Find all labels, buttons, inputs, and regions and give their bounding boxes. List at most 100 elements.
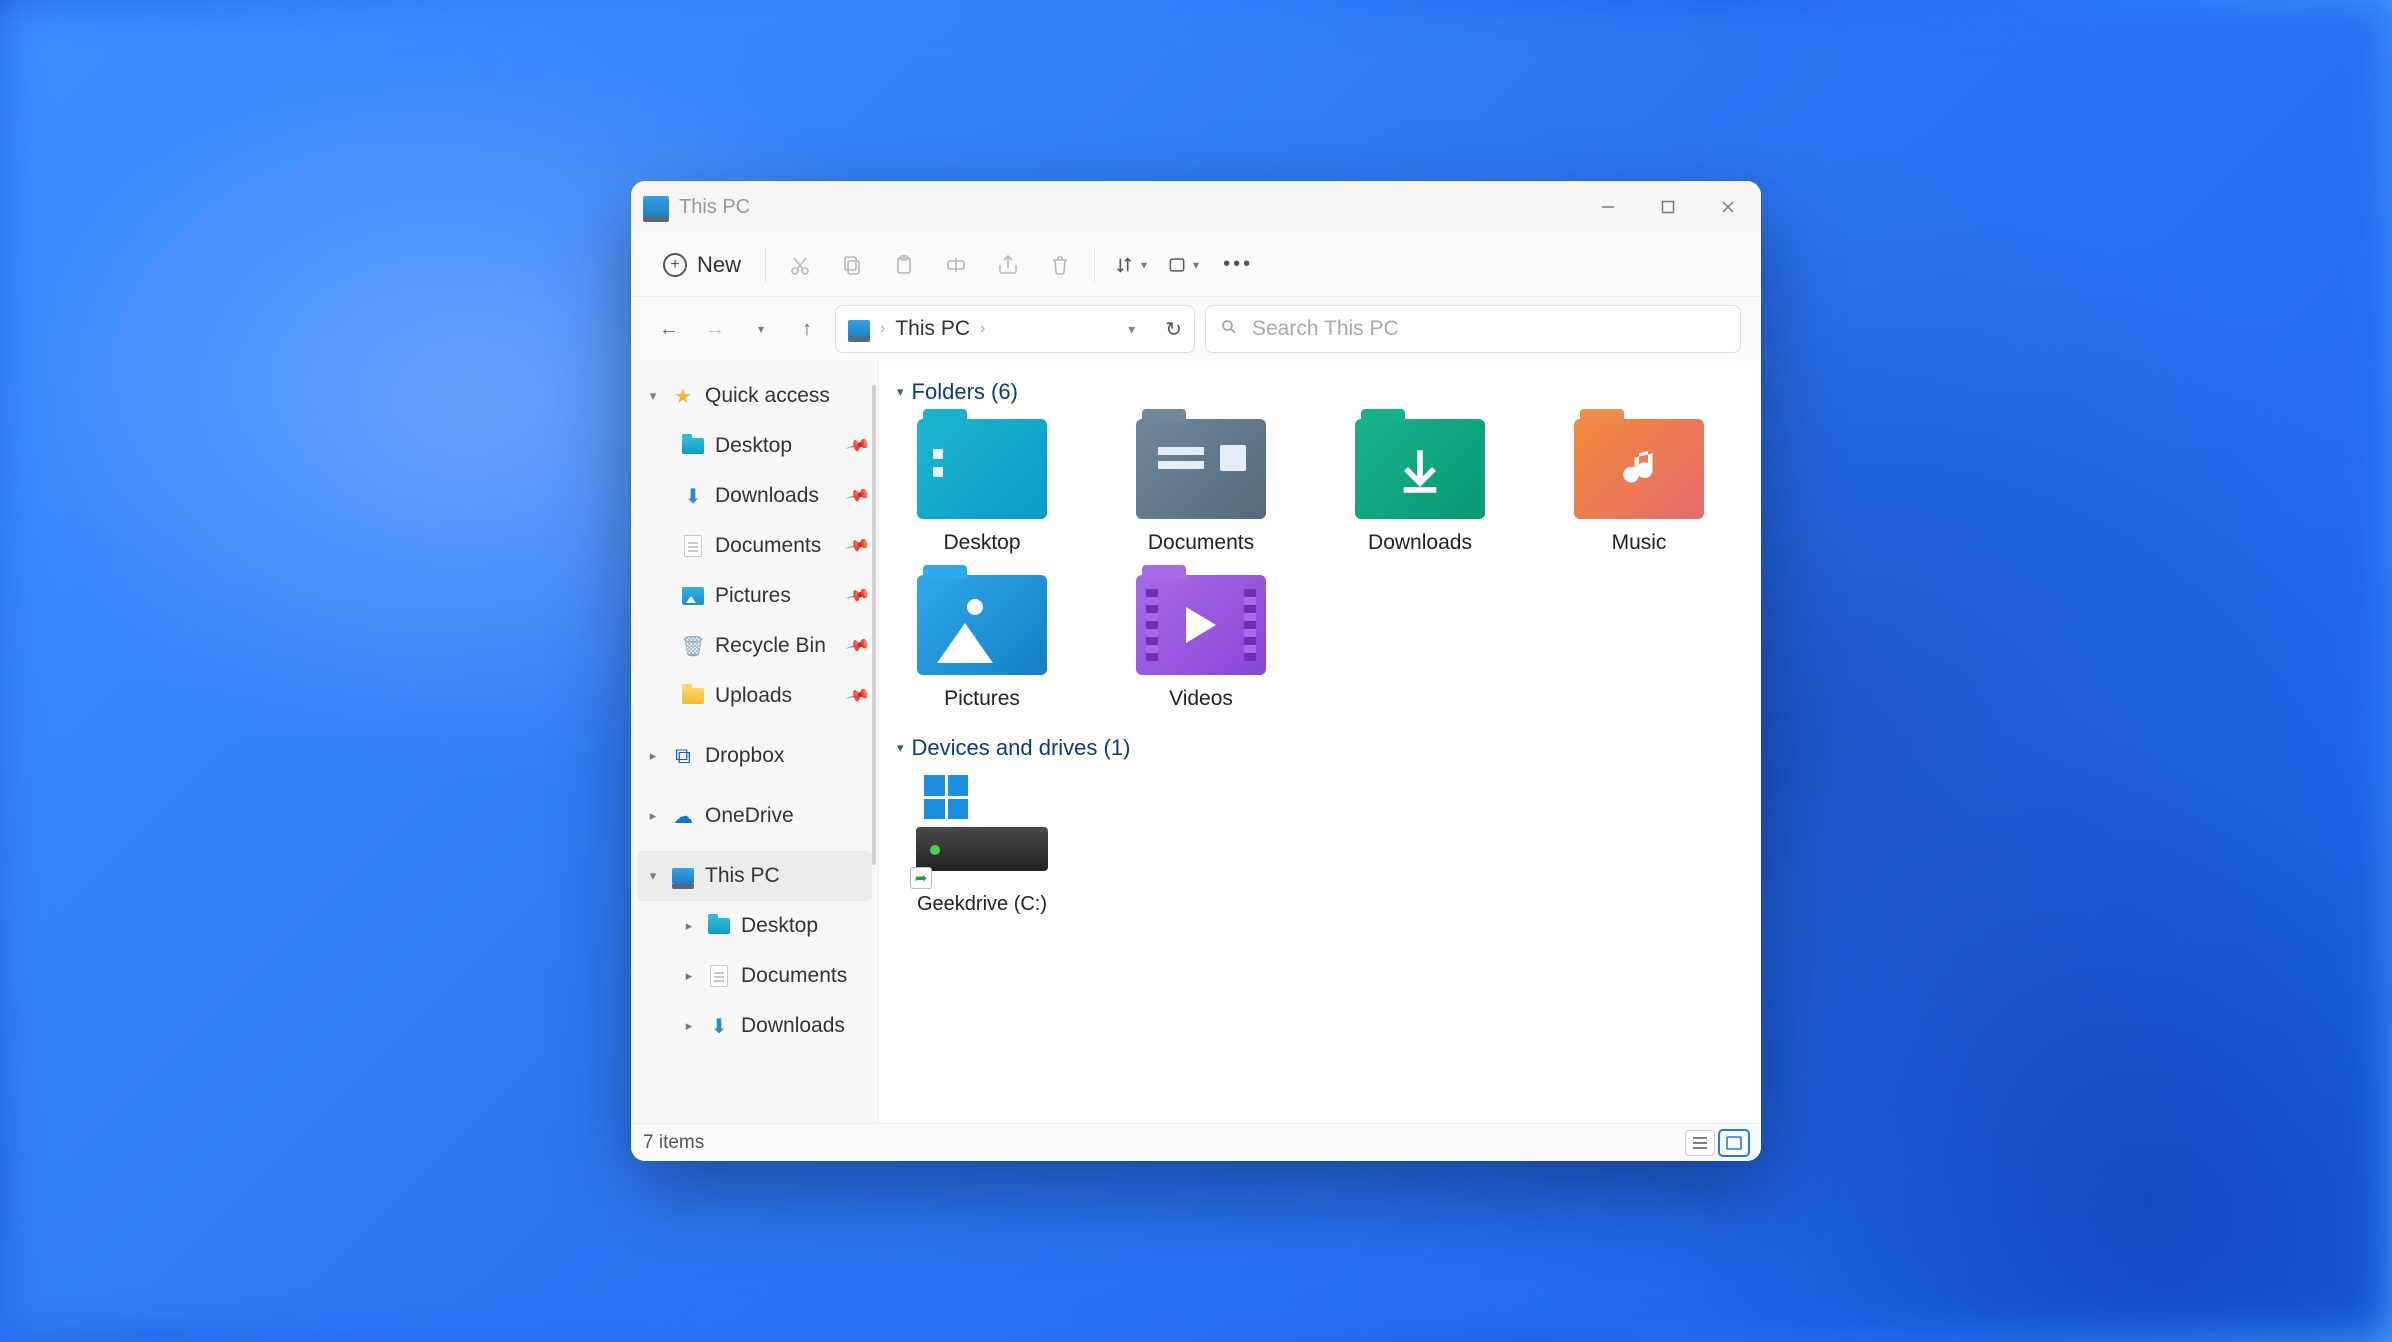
view-toggle xyxy=(1685,1130,1749,1156)
share-icon[interactable] xyxy=(986,243,1030,287)
close-button[interactable] xyxy=(1717,196,1739,218)
star-icon: ★ xyxy=(671,384,695,408)
onedrive-icon: ☁ xyxy=(671,804,695,828)
this-pc-icon xyxy=(848,320,870,338)
cut-icon[interactable] xyxy=(778,243,822,287)
sidebar-item-documents[interactable]: Documents 📌 xyxy=(631,521,878,571)
sidebar-item-label: Quick access xyxy=(705,384,830,408)
windows-logo-icon xyxy=(924,775,968,819)
chevron-down-icon: ▾ xyxy=(645,868,661,884)
sidebar-item-label: Recycle Bin xyxy=(715,634,826,658)
sidebar-item-onedrive[interactable]: ▸ ☁ OneDrive xyxy=(631,791,878,841)
folder-label: Desktop xyxy=(943,531,1020,555)
downloads-folder-icon xyxy=(1355,419,1485,519)
sidebar-item-label: Documents xyxy=(715,534,821,558)
documents-folder-icon xyxy=(1136,419,1266,519)
sidebar-item-this-pc[interactable]: ▾ This PC xyxy=(637,851,872,901)
address-bar[interactable]: › This PC › ▾ ↻ xyxy=(835,305,1195,353)
rename-icon[interactable] xyxy=(934,243,978,287)
delete-icon[interactable] xyxy=(1038,243,1082,287)
maximize-button[interactable] xyxy=(1657,196,1679,218)
content-pane[interactable]: ▾ Folders (6) Desktop Documents D xyxy=(879,361,1761,1123)
plus-circle-icon: + xyxy=(663,253,687,277)
desktop-folder-icon xyxy=(682,438,704,454)
view-button[interactable]: ▾ xyxy=(1161,255,1205,275)
folder-item-downloads[interactable]: Downloads xyxy=(1335,419,1505,555)
pin-icon: 📌 xyxy=(844,432,871,459)
sidebar-item-pc-desktop[interactable]: ▸ Desktop xyxy=(631,901,878,951)
sidebar-item-pictures[interactable]: Pictures 📌 xyxy=(631,571,878,621)
up-button[interactable]: ↑ xyxy=(789,311,825,347)
sidebar-item-uploads[interactable]: Uploads 📌 xyxy=(631,671,878,721)
folder-item-documents[interactable]: Documents xyxy=(1116,419,1286,555)
paste-icon[interactable] xyxy=(882,243,926,287)
forward-button[interactable]: → xyxy=(697,311,733,347)
downloads-icon: ⬇ xyxy=(681,484,705,508)
address-dropdown-button[interactable]: ▾ xyxy=(1128,321,1135,338)
pin-icon: 📌 xyxy=(844,582,871,609)
videos-folder-icon xyxy=(1136,575,1266,675)
sidebar-item-label: Pictures xyxy=(715,584,791,608)
chevron-right-icon: ▸ xyxy=(681,918,697,934)
details-view-button[interactable] xyxy=(1685,1130,1715,1156)
tiles-view-button[interactable] xyxy=(1719,1130,1749,1156)
pin-icon: 📌 xyxy=(844,632,871,659)
minimize-button[interactable] xyxy=(1597,196,1619,218)
sidebar-item-label: Downloads xyxy=(741,1014,845,1038)
folder-label: Music xyxy=(1612,531,1667,555)
desktop-folder-icon xyxy=(708,918,730,934)
folder-item-music[interactable]: Music xyxy=(1554,419,1724,555)
dropbox-icon: ⧉ xyxy=(671,744,695,768)
document-icon xyxy=(684,535,702,557)
window-controls xyxy=(1597,196,1749,218)
recent-locations-button[interactable]: ▾ xyxy=(743,311,779,347)
pictures-icon xyxy=(682,587,704,605)
sidebar-item-pc-downloads[interactable]: ▸ ⬇ Downloads xyxy=(631,1001,878,1051)
drive-icon: ➦ xyxy=(912,775,1052,885)
downloads-icon: ⬇ xyxy=(707,1014,731,1038)
breadcrumb-separator: › xyxy=(980,320,985,338)
folder-item-desktop[interactable]: Desktop xyxy=(897,419,1067,555)
navigation-bar: ← → ▾ ↑ › This PC › ▾ ↻ xyxy=(631,297,1761,361)
drives-grid: ➦ Geekdrive (C:) xyxy=(897,775,1743,916)
file-explorer-window: This PC + New xyxy=(631,181,1761,1161)
breadcrumb-location[interactable]: This PC xyxy=(895,317,970,341)
drives-section-header[interactable]: ▾ Devices and drives (1) xyxy=(897,735,1743,761)
command-bar: + New ▾ ▾ ••• xyxy=(631,233,1761,297)
this-pc-icon xyxy=(672,868,694,884)
toolbar-separator xyxy=(1094,248,1095,282)
chevron-right-icon: ▸ xyxy=(645,808,661,824)
chevron-right-icon: ▸ xyxy=(681,968,697,984)
more-button[interactable]: ••• xyxy=(1213,253,1263,276)
sidebar-item-desktop[interactable]: Desktop 📌 xyxy=(631,421,878,471)
sidebar-item-dropbox[interactable]: ▸ ⧉ Dropbox xyxy=(631,731,878,781)
back-button[interactable]: ← xyxy=(651,311,687,347)
sidebar-item-recycle-bin[interactable]: 🗑 Recycle Bin 📌 xyxy=(631,621,878,671)
sidebar-item-quick-access[interactable]: ▾ ★ Quick access xyxy=(631,371,878,421)
search-bar[interactable] xyxy=(1205,305,1741,353)
search-icon xyxy=(1220,318,1238,341)
drive-item-c[interactable]: ➦ Geekdrive (C:) xyxy=(897,775,1067,916)
folders-grid: Desktop Documents Downloads xyxy=(897,419,1743,711)
sort-button[interactable]: ▾ xyxy=(1107,254,1153,276)
section-title: Devices and drives (1) xyxy=(912,735,1131,761)
sidebar-item-label: OneDrive xyxy=(705,804,794,828)
share-overlay-icon: ➦ xyxy=(910,867,932,889)
new-button[interactable]: + New xyxy=(651,246,753,284)
folder-item-videos[interactable]: Videos xyxy=(1116,575,1286,711)
recycle-bin-icon: 🗑 xyxy=(681,634,705,658)
search-input[interactable] xyxy=(1252,317,1726,341)
chevron-right-icon: ▸ xyxy=(645,748,661,764)
folders-section-header[interactable]: ▾ Folders (6) xyxy=(897,379,1743,405)
chevron-right-icon: ▸ xyxy=(681,1018,697,1034)
drive-label: Geekdrive (C:) xyxy=(917,893,1047,916)
folder-item-pictures[interactable]: Pictures xyxy=(897,575,1067,711)
section-title: Folders (6) xyxy=(912,379,1018,405)
navigation-pane[interactable]: ▾ ★ Quick access Desktop 📌 ⬇ Downloads 📌… xyxy=(631,361,879,1123)
copy-icon[interactable] xyxy=(830,243,874,287)
sidebar-item-downloads[interactable]: ⬇ Downloads 📌 xyxy=(631,471,878,521)
folder-label: Downloads xyxy=(1368,531,1472,555)
sidebar-item-pc-documents[interactable]: ▸ Documents xyxy=(631,951,878,1001)
chevron-down-icon: ▾ xyxy=(897,740,904,756)
refresh-button[interactable]: ↻ xyxy=(1165,317,1182,342)
